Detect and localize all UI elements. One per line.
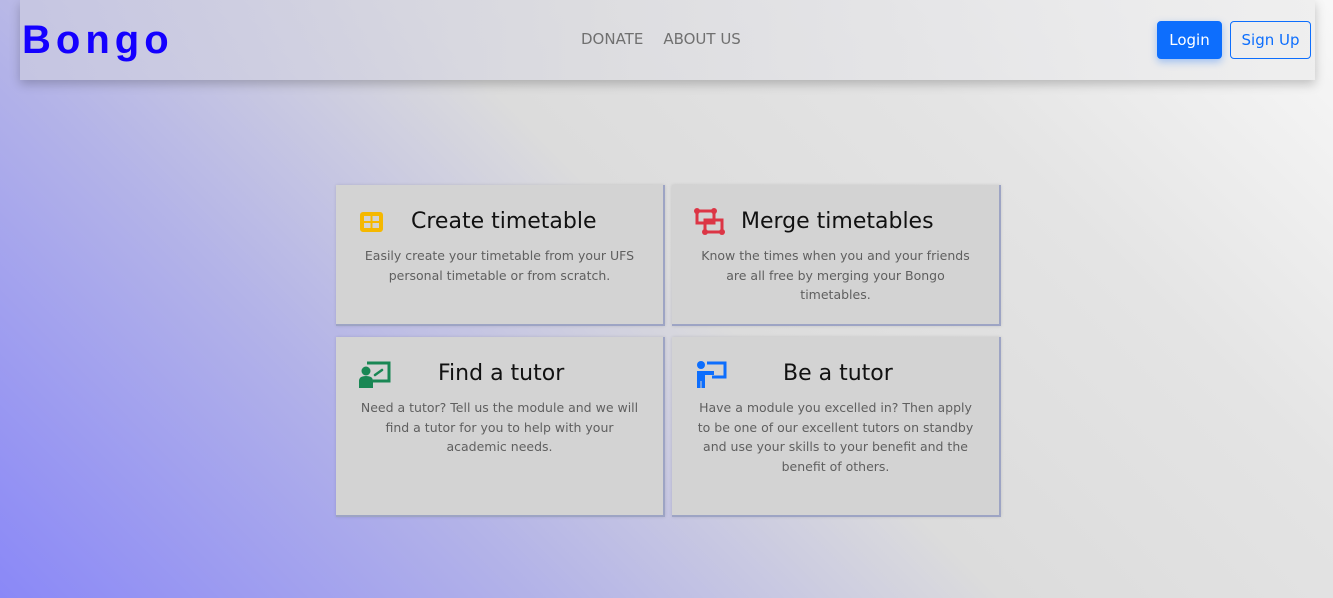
card-title: Create timetable bbox=[411, 209, 597, 234]
card-header: Merge timetables bbox=[672, 207, 999, 237]
card-title: Be a tutor bbox=[783, 361, 893, 386]
card-create-timetable[interactable]: Create timetable Easily create your time… bbox=[336, 185, 665, 326]
card-description: Have a module you excelled in? Then appl… bbox=[697, 400, 974, 474]
card-merge-timetables[interactable]: Merge timetables Know the times when you… bbox=[672, 185, 1001, 326]
card-title: Merge timetables bbox=[741, 209, 934, 234]
card-be-tutor[interactable]: Be a tutor Have a module you excelled in… bbox=[672, 337, 1001, 517]
card-title: Find a tutor bbox=[438, 361, 565, 386]
student-board-icon bbox=[359, 361, 391, 388]
signup-button[interactable]: Sign Up bbox=[1230, 21, 1311, 59]
table-icon bbox=[360, 212, 383, 232]
navbar: Bongo DONATE ABOUT US Login Sign Up bbox=[20, 0, 1315, 80]
card-header: Create timetable bbox=[336, 207, 663, 237]
card-find-tutor[interactable]: Find a tutor Need a tutor? Tell us the m… bbox=[336, 337, 665, 517]
card-description: Need a tutor? Tell us the module and we … bbox=[360, 400, 639, 454]
card-header: Find a tutor bbox=[336, 359, 663, 389]
nav-link-about-us[interactable]: ABOUT US bbox=[663, 29, 741, 49]
merge-icon bbox=[694, 208, 725, 235]
card-description: Easily create your timetable from your U… bbox=[364, 248, 635, 283]
nav-link-donate[interactable]: DONATE bbox=[581, 29, 643, 49]
card-description: Know the times when you and your friends… bbox=[701, 248, 970, 302]
card-header: Be a tutor bbox=[672, 359, 999, 389]
brand-logo[interactable]: Bongo bbox=[22, 16, 174, 64]
nav-links: DONATE ABOUT US bbox=[581, 29, 741, 49]
teacher-board-icon bbox=[697, 361, 727, 388]
login-button[interactable]: Login bbox=[1157, 21, 1222, 59]
